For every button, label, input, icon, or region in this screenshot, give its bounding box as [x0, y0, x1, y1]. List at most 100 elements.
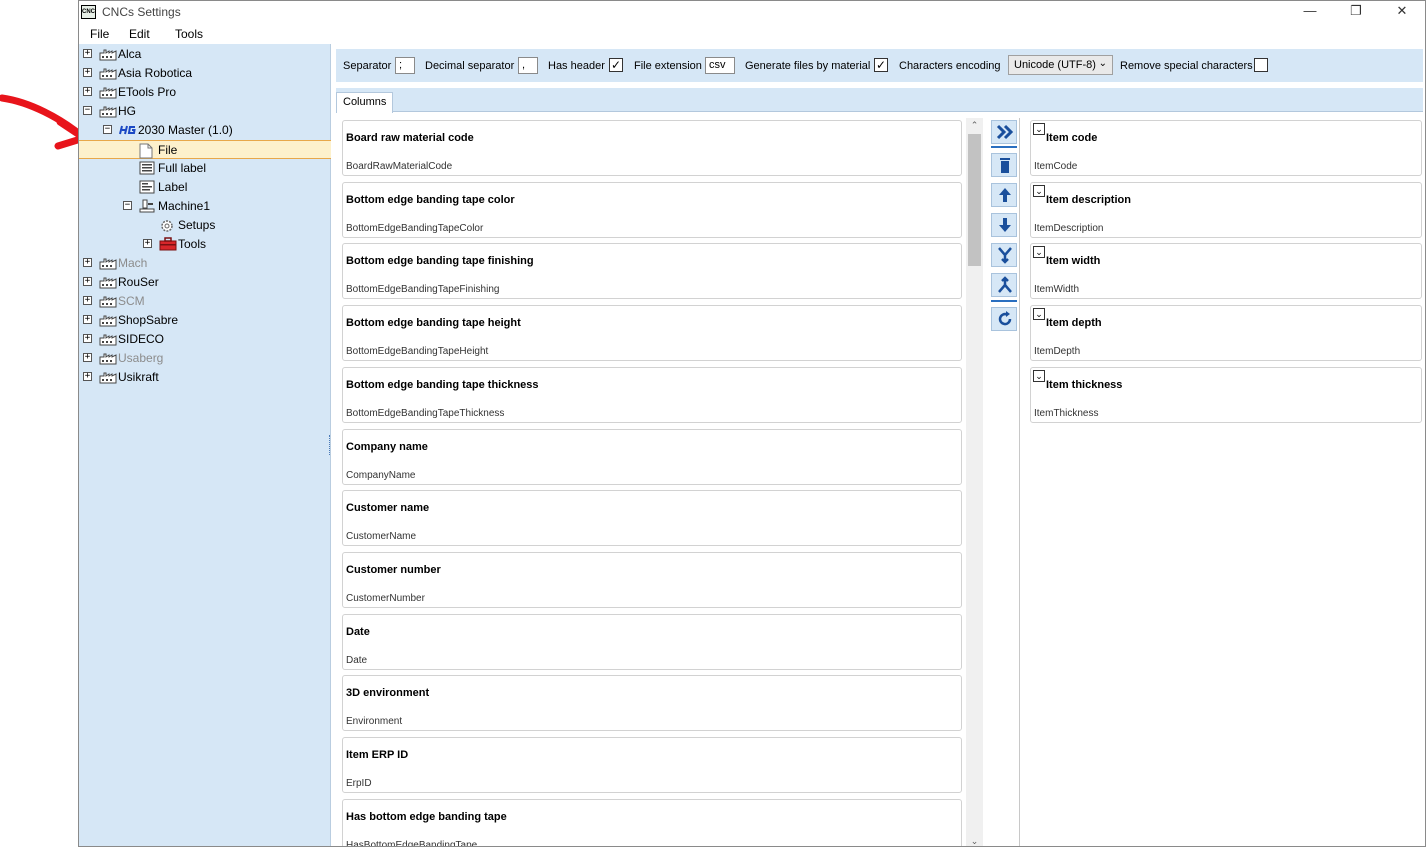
- refresh-icon: [998, 311, 1012, 326]
- tab-columns[interactable]: Columns: [336, 92, 394, 113]
- tree-node[interactable]: + Alca: [79, 45, 331, 64]
- tree-node[interactable]: + Mach: [79, 254, 331, 273]
- tree-node[interactable]: − HG: [79, 102, 331, 121]
- column-title: Board raw material code: [346, 132, 474, 144]
- column-expand-checkbox[interactable]: ⌄: [1033, 123, 1045, 135]
- column-card[interactable]: ⌄ Item thickness ItemThickness: [1030, 366, 1422, 423]
- column-card[interactable]: Board raw material code BoardRawMaterialC…: [342, 120, 962, 176]
- expand-icon[interactable]: +: [83, 68, 92, 77]
- column-card[interactable]: Bottom edge banding tape height BottomEdg…: [342, 305, 962, 362]
- label-icon: [139, 180, 155, 194]
- column-card[interactable]: 3D environment Environment: [342, 675, 962, 732]
- move-up-button[interactable]: [991, 183, 1017, 207]
- column-card[interactable]: Company name CompanyName: [342, 428, 962, 485]
- close-button[interactable]: ✕: [1379, 1, 1425, 23]
- expand-icon[interactable]: +: [83, 277, 92, 286]
- move-down-icon: [999, 218, 1011, 232]
- column-card[interactable]: Date Date: [342, 613, 962, 670]
- menu-edit[interactable]: Edit: [129, 27, 150, 41]
- column-card[interactable]: ⌄ Item depth ItemDepth: [1030, 305, 1422, 362]
- expand-icon[interactable]: +: [83, 258, 92, 267]
- column-card[interactable]: ⌄ Item width ItemWidth: [1030, 243, 1422, 300]
- generate-by-material-checkbox[interactable]: ✓: [874, 58, 888, 72]
- column-card[interactable]: Has bottom edge banding tape HasBottomEdg…: [342, 798, 962, 846]
- column-title: 3D environment: [346, 687, 430, 700]
- tree-node[interactable]: + Usaberg: [79, 349, 331, 368]
- tree-node-label: ETools Pro: [118, 85, 177, 99]
- column-card[interactable]: ⌄ Item code ItemCode: [1030, 120, 1422, 176]
- column-title: Customer name: [346, 502, 430, 515]
- tree-node[interactable]: Setups: [79, 216, 331, 235]
- tree-node[interactable]: Full label: [79, 159, 331, 178]
- tree-node[interactable]: + RouSer: [79, 273, 331, 292]
- column-card[interactable]: Bottom edge banding tape finishing Bottom…: [342, 243, 962, 300]
- available-columns-scrollbar[interactable]: ⌃ ⌄: [966, 118, 983, 846]
- expand-icon[interactable]: +: [83, 353, 92, 362]
- menu-file[interactable]: File: [90, 27, 109, 41]
- tree-node-label: Label: [158, 180, 188, 194]
- collapse-icon[interactable]: −: [103, 125, 112, 134]
- scroll-down-icon[interactable]: ⌄: [966, 834, 983, 846]
- expand-icon[interactable]: +: [83, 315, 92, 324]
- column-card[interactable]: Customer name CustomerName: [342, 490, 962, 547]
- column-title: Bottom edge banding tape color: [346, 193, 515, 206]
- tree-node[interactable]: + ShopSabre: [79, 311, 331, 330]
- factory-icon: [99, 66, 117, 80]
- action-separator: [991, 146, 1017, 148]
- expand-icon[interactable]: +: [83, 49, 92, 58]
- has-header-checkbox[interactable]: ✓: [609, 58, 623, 72]
- column-expand-checkbox[interactable]: ⌄: [1033, 369, 1045, 382]
- column-expand-checkbox[interactable]: ⌄: [1033, 246, 1045, 259]
- scroll-up-icon[interactable]: ⌃: [966, 118, 983, 132]
- column-card[interactable]: Customer number CustomerNumber: [342, 551, 962, 608]
- split-icon: [998, 276, 1012, 293]
- expand-icon[interactable]: +: [83, 87, 92, 96]
- tree-node-label: Full label: [158, 161, 207, 175]
- scrollbar-thumb[interactable]: [968, 134, 981, 266]
- split-column-button[interactable]: [991, 273, 1017, 297]
- tree-node[interactable]: + ETools Pro: [79, 83, 331, 102]
- tree-node[interactable]: − Machine1: [79, 197, 331, 216]
- expand-icon[interactable]: +: [83, 372, 92, 381]
- expand-icon[interactable]: +: [143, 239, 152, 248]
- separator-input[interactable]: ;: [395, 57, 415, 74]
- tree-node-label: 2030 Master (1.0): [138, 123, 233, 137]
- restore-button[interactable]: ❐: [1333, 1, 1379, 23]
- menu-bar: File Edit Tools: [79, 23, 1425, 44]
- file-extension-input[interactable]: csv: [705, 57, 735, 74]
- column-key: Date: [346, 654, 368, 666]
- minimize-button[interactable]: —: [1287, 1, 1333, 23]
- column-key: BoardRawMaterialCode: [346, 161, 453, 172]
- delete-column-button[interactable]: [991, 153, 1017, 177]
- tree-node[interactable]: − 2030 Master (1.0): [79, 121, 331, 140]
- column-card[interactable]: Item ERP ID ErpID: [342, 737, 962, 793]
- remove-special-characters-checkbox[interactable]: [1254, 58, 1268, 72]
- tree-node[interactable]: File: [79, 140, 331, 159]
- tree-node[interactable]: Label: [79, 178, 331, 197]
- column-card[interactable]: ⌄ Item description ItemDescription: [1030, 181, 1422, 238]
- tree-node[interactable]: + Usikraft: [79, 368, 331, 387]
- tree-node[interactable]: + SIDECO: [79, 330, 331, 349]
- decimal-separator-input[interactable]: ,: [518, 57, 538, 74]
- merge-columns-button[interactable]: [991, 243, 1017, 267]
- expand-icon[interactable]: +: [83, 334, 92, 343]
- add-all-columns-button[interactable]: [991, 120, 1017, 144]
- tree-node-label: Mach: [118, 256, 148, 270]
- tree-node[interactable]: + Tools: [79, 235, 331, 254]
- tree-node[interactable]: + Asia Robotica: [79, 64, 331, 83]
- tree-node-label: SIDECO: [118, 332, 165, 346]
- menu-tools[interactable]: Tools: [175, 27, 203, 41]
- tree-node[interactable]: + SCM: [79, 292, 331, 311]
- column-expand-checkbox[interactable]: ⌄: [1033, 184, 1045, 197]
- refresh-columns-button[interactable]: [991, 307, 1017, 331]
- expand-icon[interactable]: +: [83, 296, 92, 305]
- column-key: ItemDepth: [1034, 346, 1081, 358]
- move-down-button[interactable]: [991, 213, 1017, 237]
- generate-by-material-label: Generate files by material: [745, 60, 871, 72]
- column-card[interactable]: Bottom edge banding tape color BottomEdge…: [342, 181, 962, 238]
- column-card[interactable]: Bottom edge banding tape thickness Bottom…: [342, 366, 962, 423]
- collapse-icon[interactable]: −: [83, 106, 92, 115]
- column-expand-checkbox[interactable]: ⌄: [1033, 308, 1045, 321]
- characters-encoding-select[interactable]: Unicode (UTF-8) ⌄: [1008, 55, 1113, 75]
- collapse-icon[interactable]: −: [123, 201, 132, 210]
